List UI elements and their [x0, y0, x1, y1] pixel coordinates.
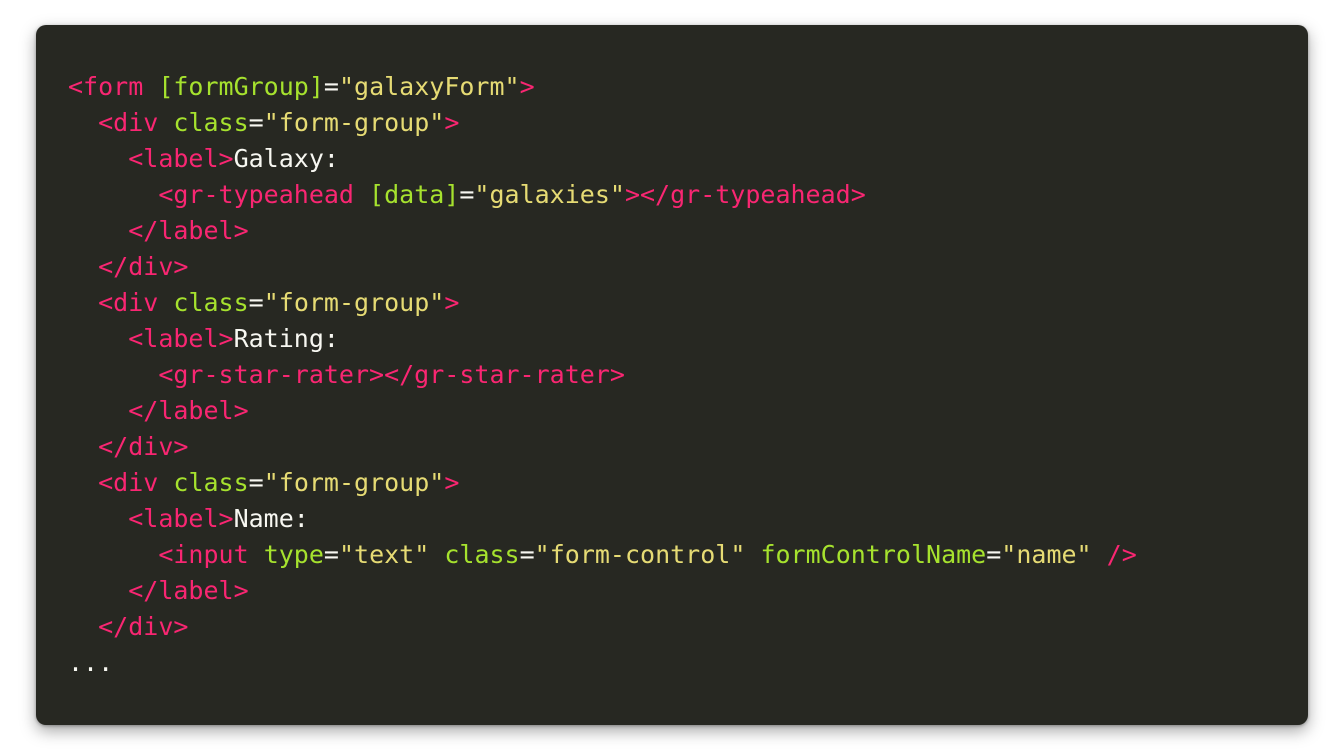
code-attribute-token: class: [173, 288, 249, 317]
code-text-token: =: [519, 540, 535, 569]
code-line: </div>: [68, 249, 1137, 285]
code-line: </label>: [68, 573, 1137, 609]
code-line: </div>: [68, 609, 1137, 645]
code-attribute-token: class: [444, 540, 520, 569]
code-tag-token: <div: [98, 108, 159, 137]
code-tag-token: />: [1106, 540, 1137, 569]
code-tag-token: <div: [98, 468, 159, 497]
code-text-token: Galaxy:: [233, 144, 339, 173]
code-attribute-token: formControlName: [760, 540, 987, 569]
code-tag-token: >: [444, 108, 460, 137]
code-tag-token: <gr-typeahead: [158, 180, 354, 209]
code-tag-token: </label>: [128, 396, 249, 425]
code-string-token: "form-group": [263, 288, 445, 317]
code-string-token: "galaxies": [474, 180, 625, 209]
code-tag-token: </label>: [128, 216, 249, 245]
code-tag-token: <input: [158, 540, 249, 569]
code-string-token: "form-group": [263, 468, 445, 497]
code-line: </div>: [68, 429, 1137, 465]
code-line: </label>: [68, 213, 1137, 249]
code-text-token: =: [459, 180, 475, 209]
code-text-token: =: [248, 468, 264, 497]
code-tag-token: <div: [98, 288, 159, 317]
code-tag-token: <form: [68, 72, 144, 101]
code-attribute-token: type: [263, 540, 324, 569]
code-tag-token: >: [444, 288, 460, 317]
code-string-token: "galaxyForm": [338, 72, 520, 101]
code-string-token: "text": [338, 540, 430, 569]
code-tag-token: </div>: [98, 432, 189, 461]
code-line: <div class="form-group">: [68, 105, 1137, 141]
code-block: <form [formGroup]="galaxyForm"> <div cla…: [68, 69, 1137, 681]
code-tag-token: </label>: [128, 576, 249, 605]
code-snippet-panel: <form [formGroup]="galaxyForm"> <div cla…: [36, 25, 1308, 725]
code-line: <div class="form-group">: [68, 465, 1137, 501]
code-string-token: "form-control": [534, 540, 746, 569]
code-tag-token: </div>: [98, 252, 189, 281]
code-tag-token: ></gr-typeahead>: [624, 180, 866, 209]
code-line: </label>: [68, 393, 1137, 429]
code-line: ...: [68, 645, 1137, 681]
code-tag-token: >: [519, 72, 535, 101]
code-attribute-token: [data]: [369, 180, 460, 209]
code-tag-token: <label>: [128, 324, 234, 353]
code-tag-token: <label>: [128, 144, 234, 173]
code-text-token: Rating:: [233, 324, 339, 353]
code-string-token: "form-group": [263, 108, 445, 137]
code-line: <label>Galaxy:: [68, 141, 1137, 177]
code-line: <form [formGroup]="galaxyForm">: [68, 69, 1137, 105]
code-text-token: =: [323, 72, 339, 101]
code-line: <gr-star-rater></gr-star-rater>: [68, 357, 1137, 393]
code-line: <div class="form-group">: [68, 285, 1137, 321]
code-attribute-token: class: [173, 108, 249, 137]
code-attribute-token: [formGroup]: [158, 72, 324, 101]
code-text-token: =: [986, 540, 1002, 569]
code-tag-token: >: [444, 468, 460, 497]
code-line: <label>Name:: [68, 501, 1137, 537]
code-line: <gr-typeahead [data]="galaxies"></gr-typ…: [68, 177, 1137, 213]
code-tag-token: <label>: [128, 504, 234, 533]
code-text-token: ...: [68, 648, 114, 677]
code-attribute-token: class: [173, 468, 249, 497]
code-text-token: Name:: [233, 504, 309, 533]
code-tag-token: </div>: [98, 612, 189, 641]
code-text-token: =: [248, 108, 264, 137]
code-string-token: "name": [1001, 540, 1092, 569]
code-text-token: =: [248, 288, 264, 317]
code-tag-token: <gr-star-rater></gr-star-rater>: [158, 360, 625, 389]
code-text-token: =: [323, 540, 339, 569]
code-line: <label>Rating:: [68, 321, 1137, 357]
code-line: <input type="text" class="form-control" …: [68, 537, 1137, 573]
